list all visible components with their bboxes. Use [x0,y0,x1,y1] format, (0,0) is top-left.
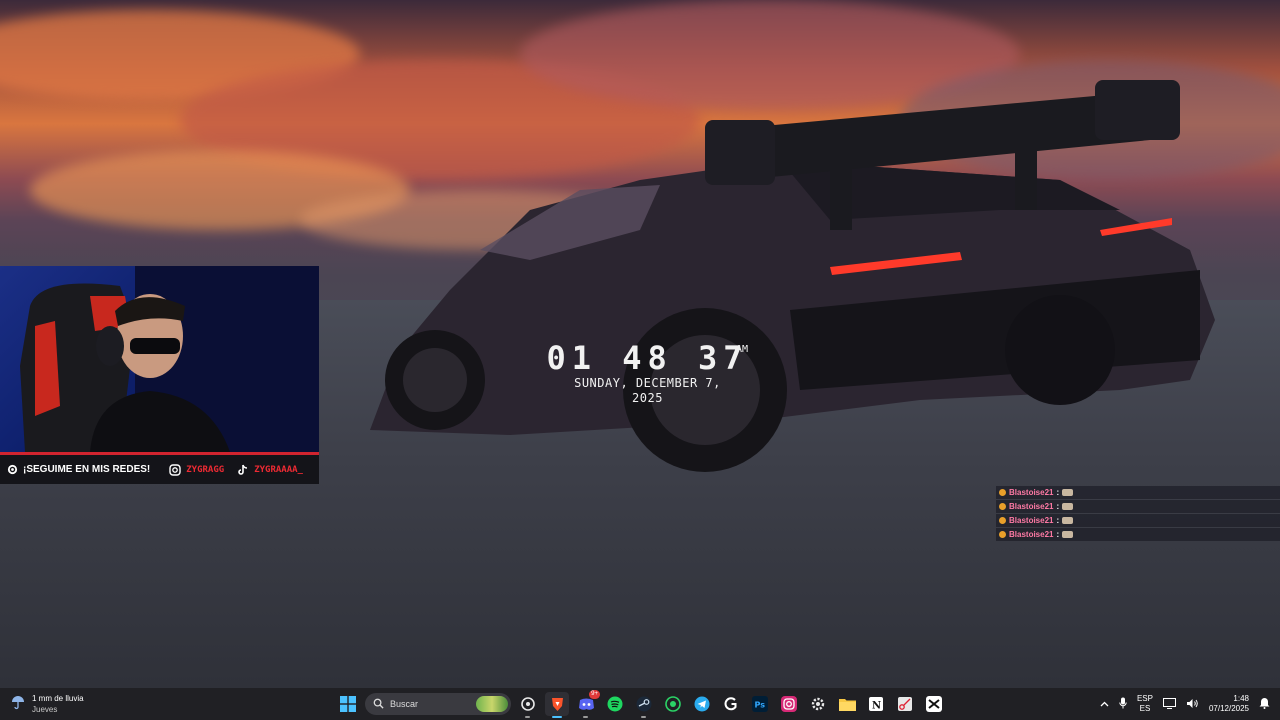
svg-text:Ps: Ps [755,701,766,710]
streamer-webcam-image [20,266,319,452]
chat-username: Blastoise21 [1009,488,1054,497]
settings-icon[interactable] [806,692,830,716]
chat-message: Blastoise21 : [996,514,1280,527]
taskbar: 1 mm de lluvia Jueves Buscar 9+ Ps N ESP… [0,688,1280,720]
chat-message: Blastoise21 : [996,500,1280,513]
instagram-app-icon[interactable] [777,692,801,716]
chat-username: Blastoise21 [1009,516,1054,525]
snipping-tool-icon[interactable] [893,692,917,716]
logitech-ghub-icon[interactable] [719,692,743,716]
social-label: ¡SEGUIME EN MIS REDES! [23,464,151,475]
photoshop-icon[interactable]: Ps [748,692,772,716]
instagram-handle: ZYGRAGG [186,464,225,475]
steam-icon[interactable] [632,692,656,718]
chevron-up-icon[interactable] [1100,700,1109,709]
clock-year: 2025 [632,391,663,405]
instagram-icon [169,463,181,476]
telegram-icon[interactable] [690,692,714,716]
microphone-icon[interactable] [1119,697,1127,711]
clock-time: 01 48 37 [546,339,749,377]
chatgpt-icon[interactable] [516,692,540,718]
webcam-overlay [0,266,319,455]
chat-emote-icon [1062,531,1074,538]
taskbar-search-box[interactable]: Buscar [365,693,511,715]
whatsapp-icon[interactable] [661,692,685,716]
clock-ampm: AM [735,344,748,355]
chat-emote-icon [1062,517,1074,524]
gear-icon [6,464,18,476]
folder-icon[interactable] [835,692,859,716]
chat-message: Blastoise21 : [996,528,1280,541]
social-links-bar: ¡SEGUIME EN MIS REDES! ZYGRAGG ZYGRAAAA_ [0,455,319,484]
rain-umbrella-icon [10,694,26,715]
search-icon [373,698,384,711]
discord-badge: 9+ [589,690,600,699]
taskbar-clock[interactable]: 1:48 07/12/2025 [1209,694,1249,714]
chat-message: Blastoise21 : [996,486,1280,499]
chat-badge-icon [999,503,1006,510]
taskbar-date: 07/12/2025 [1208,704,1249,713]
language-indicator[interactable]: ESP ES [1137,694,1153,714]
clock-date: SUNDAY, DECEMBER 7, [574,376,721,390]
chat-badge-icon [999,531,1006,538]
weather-main: 1 mm de lluvia [32,694,84,703]
chat-badge-icon [999,517,1006,524]
chat-emote-icon [1062,489,1074,496]
system-tray: ESP ES 1:48 07/12/2025 [1100,688,1280,720]
chat-badge-icon [999,489,1006,496]
desktop-clock-widget: 01 48 37 AM SUNDAY, DECEMBER 7, 2025 [545,340,750,406]
tiktok-handle: ZYGRAAAA_ [254,464,303,475]
capcut-icon[interactable] [922,692,946,716]
spotify-icon[interactable] [603,692,627,716]
notion-icon[interactable]: N [864,692,888,716]
weather-sub: Jueves [32,705,58,714]
windows-start-icon[interactable] [336,692,360,716]
stream-chat-overlay: Blastoise21 : Blastoise21 : Blastoise21 … [996,486,1280,542]
tiktok-icon [237,464,249,476]
svg-text:N: N [872,701,881,712]
chat-emote-icon [1062,503,1074,510]
taskbar-time: 1:48 [1233,694,1249,703]
chat-username: Blastoise21 [1009,530,1054,539]
search-placeholder: Buscar [390,699,419,709]
search-highlight-icon [476,696,508,712]
weather-widget[interactable]: 1 mm de lluvia Jueves [10,693,84,715]
brave-icon[interactable] [545,692,569,718]
notification-bell-icon[interactable] [1259,697,1270,711]
network-icon[interactable] [1162,697,1176,711]
chat-username: Blastoise21 [1009,502,1054,511]
discord-icon[interactable]: 9+ [574,690,600,718]
volume-icon[interactable] [1186,698,1199,711]
sports-car-illustration [370,80,1215,472]
taskbar-app-icons: Buscar 9+ Ps N [336,690,946,718]
